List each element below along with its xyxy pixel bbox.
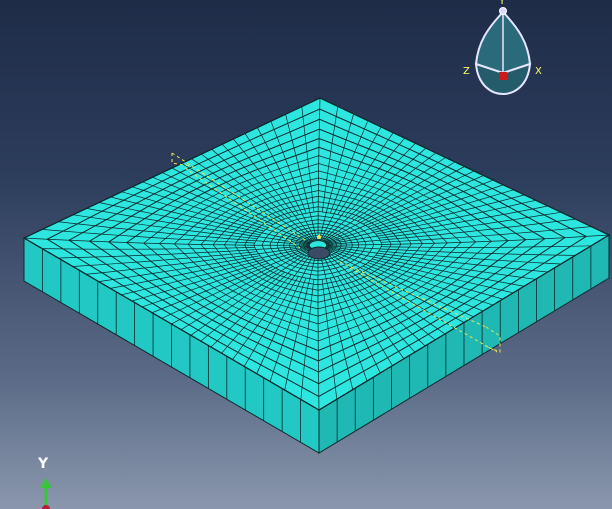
- boundary-point-marker: [317, 235, 321, 239]
- graphics-viewport[interactable]: Y Z X Y: [0, 0, 612, 509]
- view-cube-y-label: Y: [498, 0, 506, 7]
- mesh-canvas[interactable]: Y Z X: [0, 0, 612, 509]
- global-axis-triad: [40, 478, 52, 509]
- triad-origin-icon: [42, 505, 50, 509]
- hole-ellipse: [307, 246, 331, 260]
- center-hole: [307, 246, 331, 260]
- view-cube-x-label: X: [535, 66, 542, 77]
- view-cube-y-tip: [499, 7, 507, 15]
- view-cube-z-label: Z: [463, 66, 470, 77]
- view-orientation-cube[interactable]: Y Z X: [463, 0, 542, 96]
- view-cube-origin-icon: [499, 72, 507, 80]
- triad-y-arrow-icon: [40, 478, 52, 488]
- triad-y-label: Y: [38, 456, 49, 472]
